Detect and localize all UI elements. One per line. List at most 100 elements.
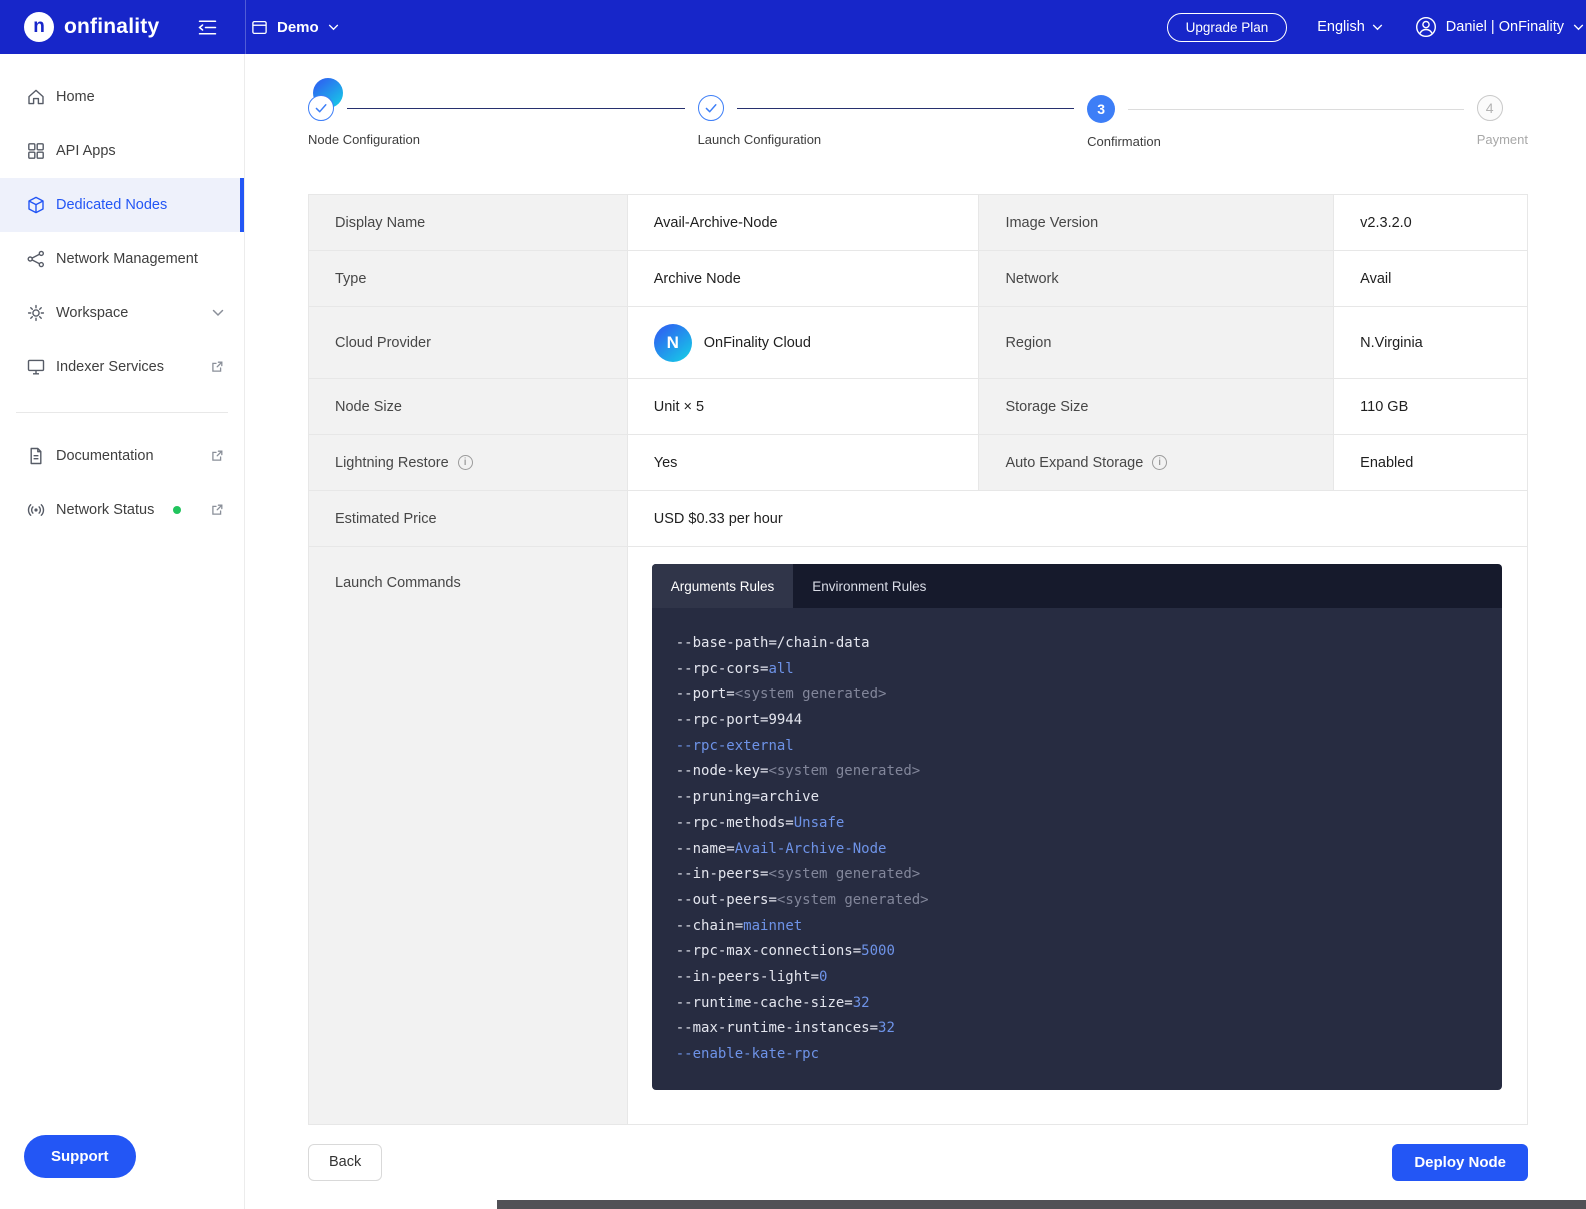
avatar-icon: [1415, 16, 1437, 38]
value-lightning-restore: Yes: [628, 435, 980, 491]
value-auto-expand-storage: Enabled: [1334, 435, 1528, 491]
step-label: Confirmation: [1087, 134, 1477, 149]
value-node-size: Unit × 5: [628, 379, 980, 435]
chevron-down-icon: [1573, 24, 1584, 31]
support-button[interactable]: Support: [24, 1135, 136, 1178]
code-lines: --base-path=/chain-data--rpc-cors=all--p…: [652, 608, 1502, 1090]
language-label: English: [1317, 19, 1365, 35]
value-display-name: Avail-Archive-Node: [628, 195, 980, 251]
chevron-down-icon: [328, 24, 339, 31]
chevron-down-icon: [212, 309, 224, 317]
code-line: --port=<system generated>: [676, 682, 1478, 708]
value-storage-size: 110 GB: [1334, 379, 1528, 435]
code-line: --enable-kate-rpc: [676, 1042, 1478, 1068]
tab-arguments-rules[interactable]: Arguments Rules: [652, 564, 794, 608]
code-line: --rpc-cors=all: [676, 657, 1478, 683]
label-estimated-price: Estimated Price: [309, 491, 628, 547]
step-label: Launch Configuration: [698, 132, 1088, 147]
upgrade-plan-button[interactable]: Upgrade Plan: [1167, 13, 1288, 42]
onfinality-logo-icon: n: [24, 12, 54, 42]
sidebar-nav: Home API Apps Dedicated Nodes Network Ma…: [0, 70, 244, 537]
brand-link[interactable]: n onfinality: [24, 12, 176, 42]
wizard-footer: Back Deploy Node: [308, 1144, 1528, 1195]
sidebar-item-dedicated-nodes[interactable]: Dedicated Nodes: [0, 178, 244, 232]
step-connector: [1128, 109, 1464, 110]
code-tabs: Arguments Rules Environment Rules: [652, 564, 1502, 608]
value-image-version: v2.3.2.0: [1334, 195, 1528, 251]
label-storage-size: Storage Size: [979, 379, 1334, 435]
sidebar-collapse-icon[interactable]: [198, 19, 217, 36]
sidebar-item-label: API Apps: [56, 143, 116, 159]
step-label: Payment: [1477, 132, 1528, 147]
code-line: --rpc-external: [676, 734, 1478, 760]
deploy-node-button[interactable]: Deploy Node: [1392, 1144, 1528, 1181]
chevron-down-icon: [1372, 24, 1383, 31]
label-display-name: Display Name: [309, 195, 628, 251]
step-payment: 4 Payment: [1477, 95, 1528, 149]
code-line: --in-peers=<system generated>: [676, 862, 1478, 888]
sidebar-item-label: Home: [56, 89, 95, 105]
step-node-configuration[interactable]: Node Configuration: [308, 95, 698, 149]
label-cloud-provider: Cloud Provider: [309, 307, 628, 379]
sidebar-item-network-management[interactable]: Network Management: [0, 232, 244, 286]
code-line: --chain=mainnet: [676, 914, 1478, 940]
value-region: N.Virginia: [1334, 307, 1528, 379]
document-icon: [26, 446, 46, 466]
step-check-icon: [698, 95, 724, 121]
step-number-badge: 3: [1087, 95, 1115, 123]
sidebar-item-label: Network Management: [56, 251, 198, 267]
sidebar-item-api-apps[interactable]: API Apps: [0, 124, 244, 178]
deploy-stepper: Node Configuration Launch Configuration …: [308, 95, 1528, 149]
sidebar-divider: [16, 412, 228, 413]
code-line: --runtime-cache-size=32: [676, 991, 1478, 1017]
info-icon[interactable]: i: [458, 455, 473, 470]
workspace-name: Demo: [277, 19, 319, 36]
tab-environment-rules[interactable]: Environment Rules: [793, 564, 945, 608]
code-line: --base-path=/chain-data: [676, 631, 1478, 657]
code-line: --name=Avail-Archive-Node: [676, 837, 1478, 863]
api-apps-icon: [26, 141, 46, 161]
sidebar-item-workspace[interactable]: Workspace: [0, 286, 244, 340]
label-launch-commands: Launch Commands: [309, 547, 628, 1125]
main-content: Node Configuration Launch Configuration …: [245, 95, 1586, 1195]
external-link-icon: [210, 360, 224, 374]
code-line: --out-peers=<system generated>: [676, 888, 1478, 914]
topbar: n onfinality Demo Upgrade Plan English: [0, 0, 1586, 54]
code-line: --rpc-port=9944: [676, 708, 1478, 734]
sidebar-item-label: Documentation: [56, 448, 154, 464]
code-line: --in-peers-light=0: [676, 965, 1478, 991]
launch-commands-panel: Arguments Rules Environment Rules --base…: [652, 564, 1502, 1090]
back-button[interactable]: Back: [308, 1144, 382, 1181]
step-number-badge: 4: [1477, 95, 1503, 121]
sidebar-item-indexer-services[interactable]: Indexer Services: [0, 340, 244, 394]
step-check-icon: [308, 95, 334, 121]
info-icon[interactable]: i: [1152, 455, 1167, 470]
user-name: Daniel | OnFinality: [1446, 19, 1564, 35]
step-connector: [347, 108, 685, 109]
confirmation-table: Display Name Avail-Archive-Node Image Ve…: [308, 194, 1528, 1125]
brand-text: onfinality: [64, 15, 159, 39]
sidebar-item-label: Network Status: [56, 502, 154, 518]
user-menu[interactable]: Daniel | OnFinality: [1415, 16, 1584, 38]
workspace-selector[interactable]: Demo: [251, 19, 339, 36]
label-image-version: Image Version: [979, 195, 1334, 251]
launch-commands-cell: Arguments Rules Environment Rules --base…: [628, 547, 1528, 1125]
step-launch-configuration[interactable]: Launch Configuration: [698, 95, 1088, 149]
sidebar-item-network-status[interactable]: Network Status: [0, 483, 244, 537]
sidebar-item-label: Indexer Services: [56, 359, 164, 375]
topbar-divider: [245, 0, 246, 54]
value-cloud-provider: N OnFinality Cloud: [628, 307, 980, 379]
external-link-icon: [210, 503, 224, 517]
bottom-edge-bar: [497, 1200, 1586, 1209]
label-lightning-restore: Lightning Restore i: [309, 435, 628, 491]
label-node-size: Node Size: [309, 379, 628, 435]
sidebar-item-documentation[interactable]: Documentation: [0, 429, 244, 483]
status-dot-green: [173, 506, 181, 514]
language-selector[interactable]: English: [1317, 19, 1383, 35]
label-type: Type: [309, 251, 628, 307]
dedicated-nodes-icon: [26, 195, 46, 215]
code-line: --rpc-methods=Unsafe: [676, 811, 1478, 837]
external-link-icon: [210, 449, 224, 463]
step-confirmation: 3 Confirmation: [1087, 95, 1477, 149]
sidebar-item-home[interactable]: Home: [0, 70, 244, 124]
